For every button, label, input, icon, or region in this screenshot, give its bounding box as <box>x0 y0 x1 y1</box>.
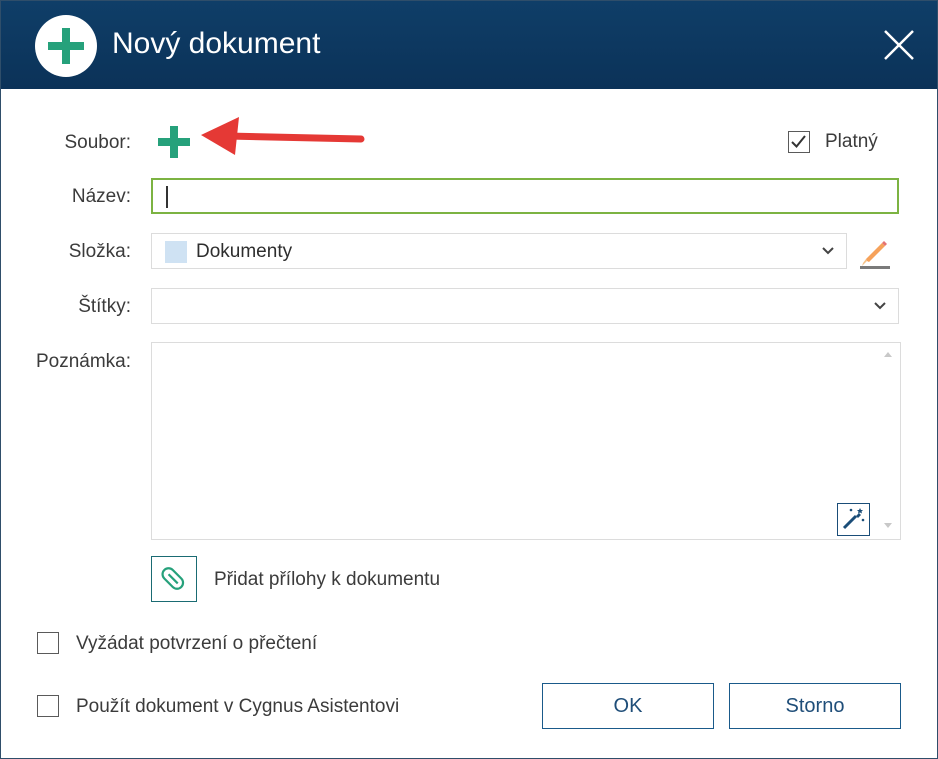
note-label: Poznámka: <box>35 351 131 372</box>
folder-select[interactable]: Dokumenty <box>151 233 847 269</box>
dialog-title: Nový dokument <box>112 27 321 60</box>
folder-label: Složka: <box>68 241 131 262</box>
file-label: Soubor: <box>64 132 131 153</box>
add-file-button[interactable] <box>155 123 193 161</box>
valid-label: Platný <box>825 131 878 152</box>
pencil-icon[interactable] <box>857 235 893 271</box>
plus-icon <box>158 126 190 158</box>
add-attachment-button[interactable] <box>151 556 197 602</box>
read-receipt-label: Vyžádat potvrzení o přečtení <box>76 633 318 654</box>
chevron-down-icon <box>874 302 886 310</box>
tags-label: Štítky: <box>78 296 131 317</box>
title-bar: Nový dokument <box>1 1 937 89</box>
note-textarea[interactable] <box>151 342 901 540</box>
name-input[interactable] <box>151 178 899 214</box>
valid-checkbox[interactable] <box>788 131 810 153</box>
magic-wand-button[interactable] <box>837 503 870 536</box>
cancel-button[interactable]: Storno <box>729 683 901 729</box>
new-document-dialog: Nový dokument Soubor: Platný Název: Slož… <box>0 0 938 759</box>
paperclip-icon <box>161 567 185 590</box>
chevron-down-icon <box>822 247 834 255</box>
tags-select[interactable] <box>151 288 899 324</box>
add-attachment-link[interactable]: Přidat přílohy k dokumentu <box>214 569 440 591</box>
note-scrollbar[interactable] <box>876 343 900 539</box>
close-button[interactable] <box>879 25 919 65</box>
name-label: Název: <box>71 186 131 207</box>
text-caret <box>166 186 168 208</box>
checkmark-icon <box>791 135 806 148</box>
ok-button[interactable]: OK <box>542 683 714 729</box>
read-receipt-checkbox[interactable] <box>37 632 59 654</box>
folder-color-swatch <box>165 241 187 263</box>
assistant-checkbox[interactable] <box>37 695 59 717</box>
scrollbar-arrows <box>884 352 892 528</box>
close-icon <box>884 30 914 60</box>
plus-circle-icon <box>35 15 97 77</box>
magic-wand-icon <box>842 508 865 530</box>
folder-value: Dokumenty <box>196 241 293 262</box>
assistant-label: Použít dokument v Cygnus Asistentovi <box>76 696 400 717</box>
annotation-arrow <box>201 117 365 155</box>
